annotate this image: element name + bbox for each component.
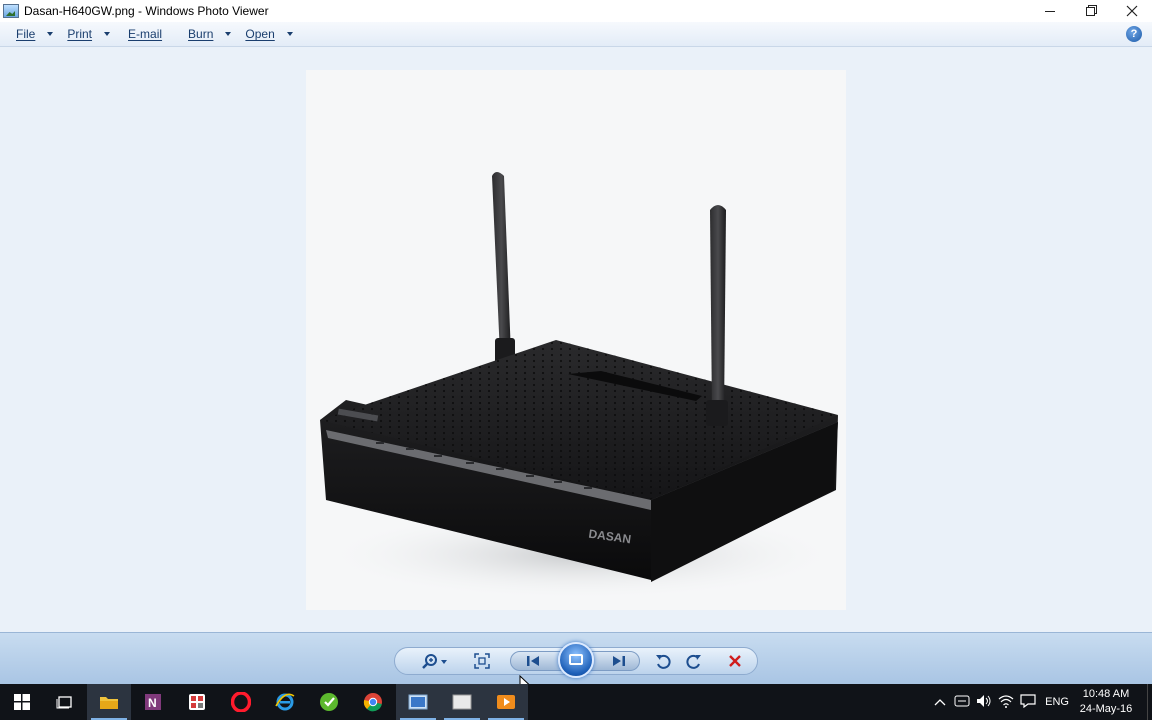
help-icon[interactable]: ?: [1126, 26, 1142, 42]
window-title: Dasan-H640GW.png - Windows Photo Viewer: [24, 4, 269, 18]
slideshow-button[interactable]: [558, 642, 594, 678]
next-button[interactable]: [608, 651, 630, 671]
system-tray: ENG 10:48 AM 24-May-16: [929, 684, 1152, 720]
menu-file[interactable]: File: [16, 22, 54, 47]
show-desktop-button[interactable]: [1147, 684, 1152, 720]
fit-to-window-icon: [474, 653, 490, 669]
speaker-icon: [977, 694, 991, 707]
image-viewer-area: DASAN: [0, 47, 1152, 632]
chrome-icon: [363, 693, 382, 712]
chevron-down-icon: [104, 32, 111, 36]
network-button[interactable]: [995, 694, 1017, 711]
close-window-button[interactable]: [1111, 0, 1152, 22]
chevron-up-icon: [934, 699, 946, 706]
green-circle-app-icon: [320, 693, 338, 711]
photo-viewer-app-icon: [3, 4, 19, 18]
internet-explorer-icon: [275, 693, 295, 711]
zoom-button[interactable]: [420, 651, 450, 671]
next-icon: [613, 656, 625, 666]
close-icon: [1126, 5, 1137, 17]
task-view-button[interactable]: [43, 684, 87, 720]
chevron-down-icon: [286, 32, 293, 36]
delete-icon: [729, 655, 741, 667]
taskbar-media-player[interactable]: [484, 684, 528, 720]
notification-icon: [1020, 693, 1036, 708]
taskbar-photo-viewer[interactable]: [396, 684, 440, 720]
restore-icon: [1086, 6, 1095, 16]
taskbar-snip-app[interactable]: [175, 684, 219, 720]
folder-icon: [100, 697, 118, 709]
taskbar-internet-explorer[interactable]: [263, 684, 307, 720]
previous-button[interactable]: [522, 651, 544, 671]
clock-date: 24-May-16: [1079, 703, 1133, 715]
minimize-button[interactable]: [1029, 0, 1070, 22]
taskbar-window-app[interactable]: [440, 684, 484, 720]
taskbar: N ENG 10:48 AM 24-May-16: [0, 684, 1152, 720]
taskbar-file-explorer[interactable]: [87, 684, 131, 720]
slideshow-icon: [569, 654, 583, 665]
menu-email-label: E-mail: [128, 27, 163, 41]
taskbar-onenote[interactable]: N: [131, 684, 175, 720]
app-grid-icon: [189, 694, 205, 710]
clock[interactable]: 10:48 AM 24-May-16: [1079, 687, 1133, 717]
show-hidden-icons-button[interactable]: [929, 695, 951, 709]
menu-email[interactable]: E-mail: [128, 22, 162, 47]
rotate-counterclockwise-button[interactable]: [652, 651, 674, 671]
rotate-clockwise-button[interactable]: [683, 651, 705, 671]
rotate-right-icon: [686, 654, 701, 669]
window-controls: [1029, 0, 1152, 22]
action-center-button[interactable]: [1017, 693, 1039, 711]
wifi-icon: [998, 694, 1014, 708]
displayed-photo: DASAN: [306, 70, 846, 610]
window-app-icon: [452, 694, 472, 710]
chevron-down-icon: [225, 32, 232, 36]
menu-print-label: Print: [67, 27, 93, 41]
task-view-icon: [56, 696, 72, 709]
opera-icon: [231, 692, 251, 712]
rotate-left-icon: [656, 654, 671, 669]
taskbar-chrome[interactable]: [351, 684, 395, 720]
actual-size-button[interactable]: [472, 651, 492, 671]
chevron-down-icon: [47, 32, 54, 36]
input-language[interactable]: ENG: [1045, 696, 1069, 708]
zoom-icon: [422, 654, 447, 669]
restore-button[interactable]: [1070, 0, 1111, 22]
onenote-icon: N: [145, 694, 161, 710]
windows-logo-icon: [14, 694, 30, 710]
menu-open[interactable]: Open: [245, 22, 293, 47]
menu-bar: File Print E-mail Burn Open ?: [0, 22, 1152, 47]
previous-icon: [527, 656, 539, 666]
media-player-icon: [497, 695, 515, 709]
photo-viewer-icon: [408, 694, 428, 710]
menu-burn[interactable]: Burn: [188, 22, 232, 47]
svg-text:N: N: [148, 696, 157, 710]
title-bar: Dasan-H640GW.png - Windows Photo Viewer: [0, 0, 1152, 22]
taskbar-green-app[interactable]: [307, 684, 351, 720]
tray-app-button[interactable]: [951, 695, 973, 710]
menu-print[interactable]: Print: [67, 22, 111, 47]
menu-file-label: File: [16, 27, 36, 41]
menu-open-label: Open: [245, 27, 275, 41]
start-button[interactable]: [0, 684, 44, 720]
taskbar-opera[interactable]: [219, 684, 263, 720]
menu-burn-label: Burn: [188, 27, 214, 41]
volume-button[interactable]: [973, 694, 995, 711]
minimize-icon: [1044, 10, 1055, 12]
router-image: DASAN: [320, 172, 841, 600]
clock-time: 10:48 AM: [1082, 688, 1130, 700]
delete-button[interactable]: [724, 651, 746, 671]
tray-app-icon: [954, 695, 970, 706]
